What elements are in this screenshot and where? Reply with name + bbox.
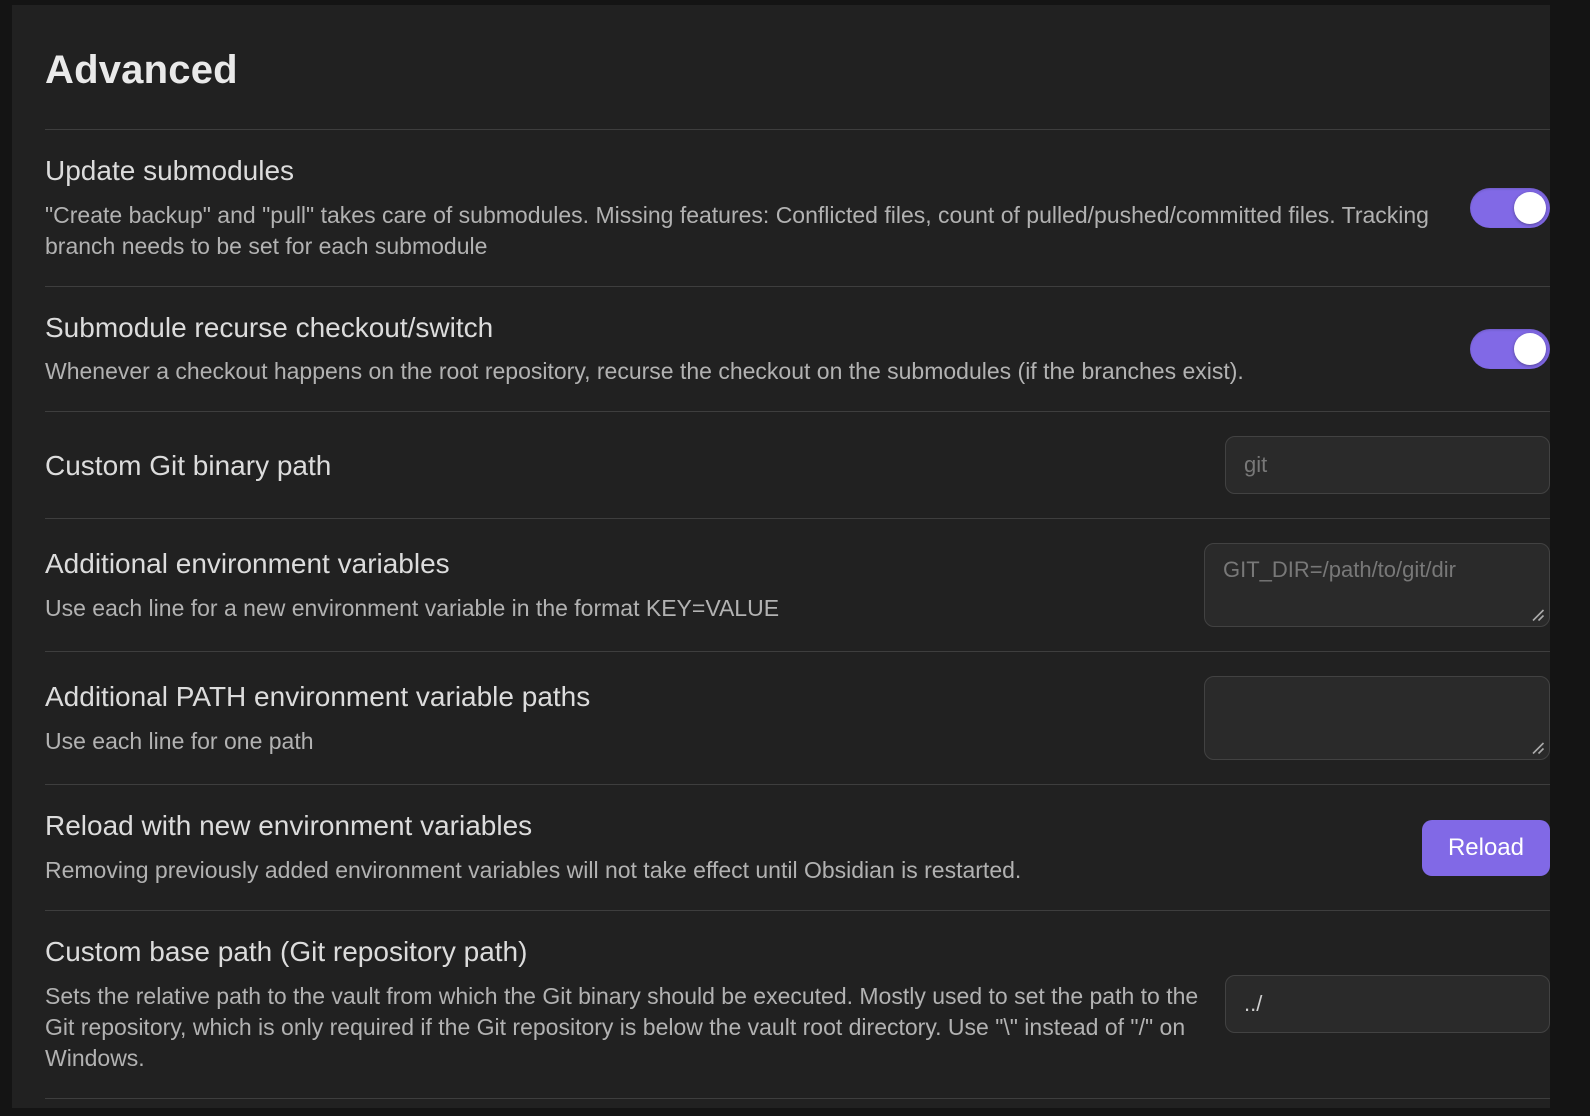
- setting-control: [1470, 188, 1550, 228]
- setting-control: [1225, 436, 1550, 494]
- setting-control: [1470, 329, 1550, 369]
- toggle-knob: [1514, 192, 1546, 224]
- custom-base-path-input[interactable]: [1225, 975, 1550, 1033]
- setting-name: Custom Git binary path: [45, 449, 1203, 483]
- textarea-wrap: [1204, 543, 1550, 627]
- setting-reload-env: Reload with new environment variables Re…: [45, 784, 1550, 910]
- setting-info: Update submodules "Create backup" and "p…: [45, 154, 1470, 262]
- update-submodules-toggle[interactable]: [1470, 188, 1550, 228]
- setting-description: "Create backup" and "pull" takes care of…: [45, 200, 1448, 262]
- setting-submodule-recurse: Submodule recurse checkout/switch Whenev…: [45, 286, 1550, 412]
- setting-name: Custom base path (Git repository path): [45, 935, 1203, 969]
- page-title: Advanced: [45, 5, 1550, 129]
- toggle-knob: [1514, 333, 1546, 365]
- setting-info: Custom base path (Git repository path) S…: [45, 935, 1225, 1074]
- env-variables-textarea[interactable]: [1204, 543, 1550, 627]
- setting-name: Additional PATH environment variable pat…: [45, 680, 1182, 714]
- setting-description: Use each line for one path: [45, 726, 1182, 757]
- setting-additional-env-variables: Additional environment variables Use eac…: [45, 518, 1550, 651]
- textarea-wrap: [1204, 676, 1550, 760]
- setting-info: Additional PATH environment variable pat…: [45, 680, 1204, 757]
- setting-description: Sets the relative path to the vault from…: [45, 981, 1203, 1074]
- setting-control: Reload: [1422, 820, 1550, 876]
- setting-update-submodules: Update submodules "Create backup" and "p…: [45, 129, 1550, 286]
- setting-additional-path-env: Additional PATH environment variable pat…: [45, 651, 1550, 784]
- setting-control: [1204, 676, 1550, 760]
- setting-custom-git-binary-path: Custom Git binary path: [45, 411, 1550, 518]
- git-binary-path-input[interactable]: [1225, 436, 1550, 494]
- setting-name: Additional environment variables: [45, 547, 1182, 581]
- setting-info: Additional environment variables Use eac…: [45, 547, 1204, 624]
- setting-custom-base-path: Custom base path (Git repository path) S…: [45, 910, 1550, 1098]
- path-env-textarea[interactable]: [1204, 676, 1550, 760]
- bottom-divider: [45, 1098, 1550, 1099]
- submodule-recurse-toggle[interactable]: [1470, 329, 1550, 369]
- setting-info: Custom Git binary path: [45, 449, 1225, 483]
- setting-control: [1225, 975, 1550, 1033]
- reload-button[interactable]: Reload: [1422, 820, 1550, 876]
- setting-description: Whenever a checkout happens on the root …: [45, 356, 1448, 387]
- setting-description: Removing previously added environment va…: [45, 855, 1400, 886]
- setting-name: Submodule recurse checkout/switch: [45, 311, 1448, 345]
- setting-name: Reload with new environment variables: [45, 809, 1400, 843]
- setting-name: Update submodules: [45, 154, 1448, 188]
- setting-info: Submodule recurse checkout/switch Whenev…: [45, 311, 1470, 388]
- setting-control: [1204, 543, 1550, 627]
- setting-info: Reload with new environment variables Re…: [45, 809, 1422, 886]
- setting-description: Use each line for a new environment vari…: [45, 593, 1182, 624]
- settings-pane: Advanced Update submodules "Create backu…: [12, 5, 1550, 1108]
